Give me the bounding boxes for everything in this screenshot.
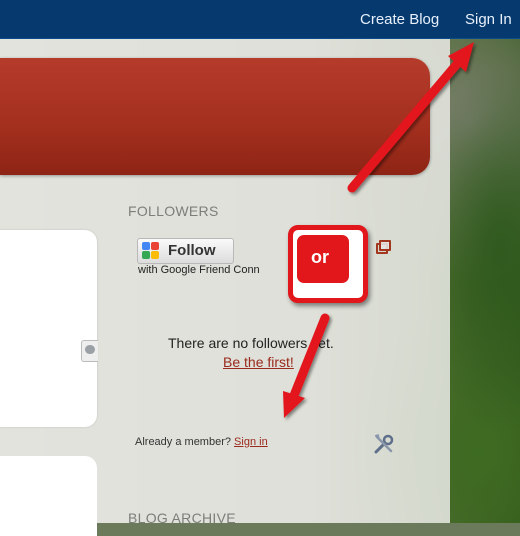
create-blog-link[interactable]: Create Blog xyxy=(360,11,439,28)
or-label: or xyxy=(311,247,329,267)
follow-button[interactable]: Follow xyxy=(137,238,234,264)
be-the-first-link[interactable]: Be the first! xyxy=(223,354,294,370)
top-navbar: Create Blog Sign In xyxy=(0,0,520,39)
google-friend-connect-icon xyxy=(142,242,160,260)
sign-in-link[interactable]: Sign In xyxy=(465,11,512,28)
no-followers-message: There are no followers yet. xyxy=(168,335,334,351)
already-member-text: Already a member? xyxy=(135,436,235,448)
already-member-line: Already a member? Sign in xyxy=(135,436,268,448)
or-callout-inner: or xyxy=(297,235,349,283)
widget-sign-in-link[interactable]: Sign in xyxy=(234,436,268,448)
or-callout: or xyxy=(288,225,368,303)
share-icon[interactable] xyxy=(81,340,98,362)
followers-widget-title: FOLLOWERS xyxy=(128,203,219,219)
blog-archive-title: BLOG ARCHIVE xyxy=(128,510,236,526)
post-card xyxy=(0,456,97,536)
tools-icon[interactable] xyxy=(372,432,396,456)
popout-icon[interactable] xyxy=(376,240,391,254)
gfc-caption: with Google Friend Conn xyxy=(138,264,260,276)
follow-button-label: Follow xyxy=(168,242,216,259)
post-card xyxy=(0,230,97,427)
blog-header-banner xyxy=(0,58,430,175)
